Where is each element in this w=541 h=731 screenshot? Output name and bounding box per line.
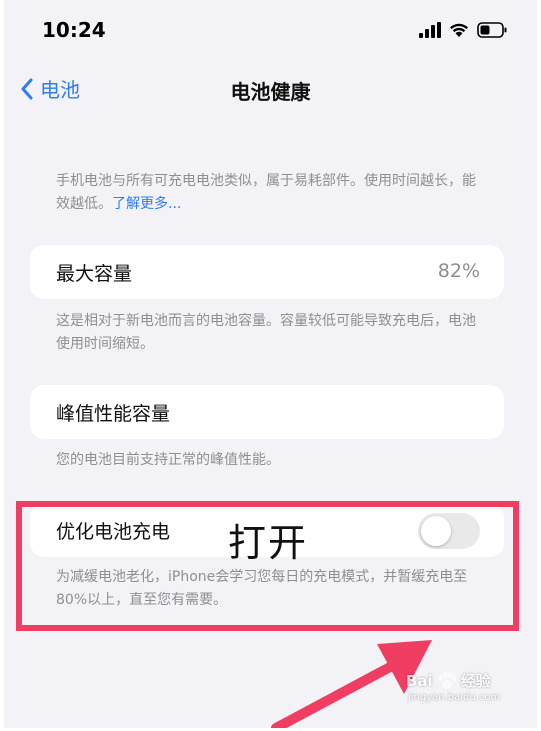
iphone-screen: 10:24 电池 电池健康 手机电池与所有可充电电池类似，属于易耗部件。使用时间…	[4, 0, 537, 728]
watermark-brand-suffix: 经验	[460, 672, 491, 690]
paw-logo-icon	[438, 671, 456, 689]
watermark-brand: Bai	[406, 671, 433, 690]
baidu-watermark: Bai 经验	[406, 670, 491, 691]
annotation-arrow-icon	[271, 640, 432, 728]
watermark-url: jingyan.baidu.com	[408, 692, 501, 703]
